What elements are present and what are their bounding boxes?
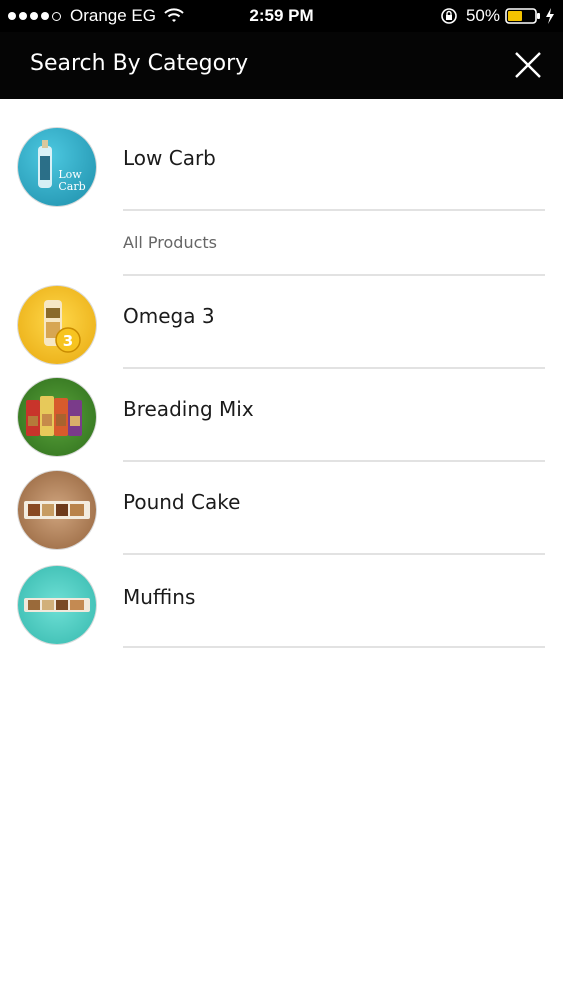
- status-right: 50%: [440, 6, 555, 26]
- subcategory-all-products[interactable]: All Products: [0, 211, 563, 276]
- header: Search By Category: [0, 32, 563, 99]
- low-carb-image: Low Carb: [38, 140, 86, 193]
- divider: [123, 646, 545, 648]
- breading-mix-thumbnail: [18, 378, 96, 456]
- category-omega-3[interactable]: 3 Omega 3: [0, 276, 563, 369]
- breading-mix-image: [26, 396, 82, 436]
- battery-percent: 50%: [465, 6, 500, 25]
- category-list: Low Carb Low Carb All Products 3 Omega 3: [0, 99, 563, 648]
- category-label: Muffins: [123, 585, 196, 609]
- subcategory-label: All Products: [123, 233, 218, 252]
- close-icon: [515, 52, 541, 78]
- category-label: Pound Cake: [123, 490, 241, 514]
- low-carb-thumb-text-2: Carb: [58, 180, 85, 193]
- battery-icon: [505, 8, 540, 24]
- charging-bolt-icon: [546, 8, 554, 24]
- category-low-carb[interactable]: Low Carb Low Carb: [0, 99, 563, 211]
- category-pound-cake[interactable]: Pound Cake: [0, 462, 563, 555]
- category-breading-mix[interactable]: Breading Mix: [0, 369, 563, 462]
- pound-cake-image: [24, 501, 90, 519]
- muffins-image: [24, 598, 90, 612]
- low-carb-thumbnail: Low Carb: [18, 128, 96, 206]
- rotation-lock-icon: [441, 8, 457, 24]
- category-label: Low Carb: [123, 146, 216, 170]
- page-title: Search By Category: [30, 51, 249, 76]
- status-bar: Orange EG 2:59 PM 50%: [0, 0, 563, 32]
- omega-3-thumbnail: 3: [18, 286, 96, 364]
- muffins-thumbnail: [18, 566, 96, 644]
- category-label: Omega 3: [123, 304, 215, 328]
- omega-3-image: 3: [44, 300, 81, 353]
- category-muffins[interactable]: Muffins: [0, 555, 563, 648]
- omega-3-thumb-text: 3: [63, 332, 73, 350]
- close-button[interactable]: [513, 50, 543, 80]
- category-label: Breading Mix: [123, 397, 254, 421]
- pound-cake-thumbnail: [18, 471, 96, 549]
